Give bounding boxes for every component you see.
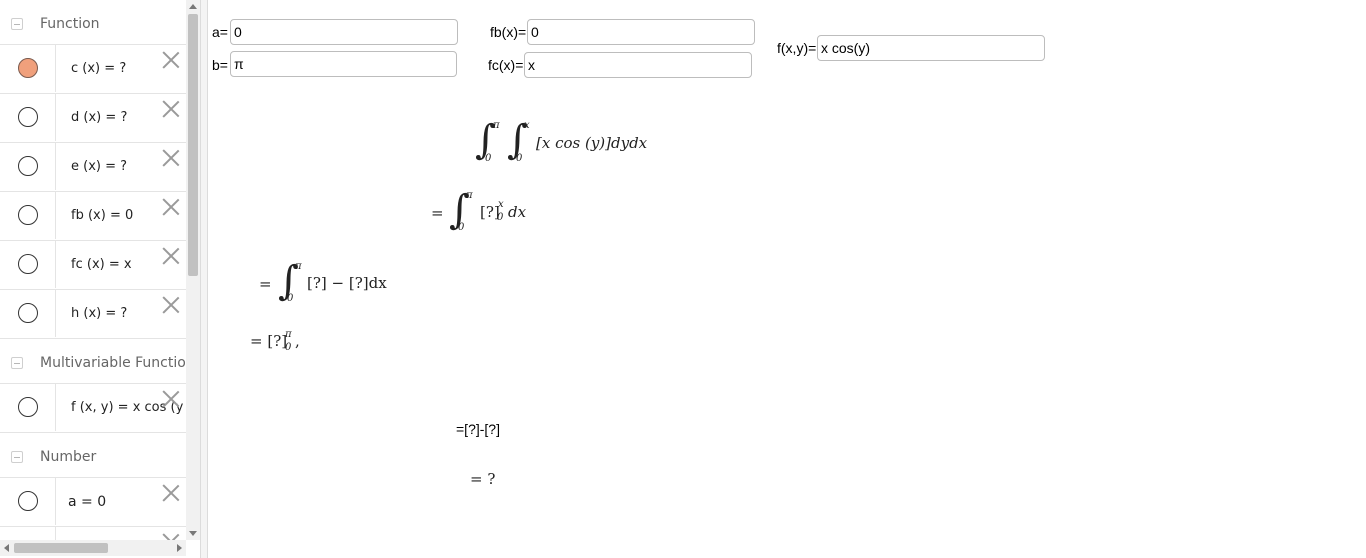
marble-column	[0, 241, 56, 288]
algebra-row-e[interactable]: e (x) = ?	[0, 142, 186, 190]
visibility-toggle-icon[interactable]	[18, 107, 38, 127]
input-label-b: b=	[212, 57, 228, 73]
group-header-function[interactable]: Function	[0, 0, 186, 48]
algebra-row-h[interactable]: h (x) = ?	[0, 289, 186, 337]
bracket-upper-limit: x	[498, 199, 504, 210]
visibility-toggle-icon[interactable]	[18, 491, 38, 511]
visibility-toggle-icon[interactable]	[18, 205, 38, 225]
delete-icon[interactable]	[162, 198, 180, 216]
group-label: Function	[40, 16, 100, 32]
marble-column	[0, 290, 56, 337]
marble-column	[0, 527, 56, 540]
scroll-right-icon[interactable]	[177, 544, 182, 552]
algebra-expression[interactable]: c (x) = ?	[71, 45, 126, 93]
algebra-row-fc[interactable]: fc (x) = x	[0, 240, 186, 288]
integral-lower-limit: 0	[485, 153, 492, 164]
integral-upper-limit: π	[493, 120, 500, 131]
vertical-scrollbar[interactable]	[186, 0, 200, 540]
scroll-down-icon[interactable]	[189, 531, 197, 536]
algebra-expression[interactable]: d (x) = ?	[71, 94, 127, 142]
bracket-lower-limit: 0	[285, 342, 292, 353]
integrand: [x cos (y)]dydx	[536, 134, 648, 152]
evaluation-text: =[?]-[?]	[456, 421, 500, 437]
algebra-expression[interactable]: h (x) = ?	[71, 290, 127, 338]
final-result: = ?	[470, 470, 496, 488]
integral-lower-limit: 0	[516, 153, 523, 164]
scroll-left-icon[interactable]	[4, 544, 9, 552]
algebra-expression[interactable]: e (x) = ?	[71, 143, 127, 191]
delete-icon[interactable]	[162, 390, 180, 408]
integral-upper-limit: π	[466, 190, 473, 201]
delete-icon[interactable]	[162, 296, 180, 314]
visibility-toggle-icon[interactable]	[18, 58, 38, 78]
differential: dx	[508, 203, 527, 221]
integral-upper-limit: π	[295, 261, 302, 272]
collapse-toggle-icon[interactable]	[11, 18, 23, 30]
delete-icon[interactable]	[162, 100, 180, 118]
algebra-row-fb[interactable]: fb (x) = 0	[0, 191, 186, 239]
view-divider[interactable]	[200, 0, 208, 558]
marble-column	[0, 94, 56, 141]
delete-icon[interactable]	[162, 484, 180, 502]
integral-lower-limit: 0	[458, 222, 465, 233]
horizontal-scrollbar[interactable]	[0, 540, 186, 556]
input-field-fc[interactable]: x	[524, 52, 752, 78]
input-label-a: a=	[212, 24, 228, 40]
algebra-row-next[interactable]	[0, 526, 186, 540]
integral-lower-limit: 0	[287, 293, 294, 304]
marble-column	[0, 143, 56, 190]
delete-icon[interactable]	[162, 149, 180, 167]
visibility-toggle-icon[interactable]	[18, 397, 38, 417]
group-header-number[interactable]: Number	[0, 432, 186, 481]
antiderivative-expression: = [?]	[250, 332, 288, 350]
visibility-toggle-icon[interactable]	[18, 156, 38, 176]
algebra-expression[interactable]: fc (x) = x	[71, 241, 132, 289]
input-field-fb[interactable]: 0	[527, 19, 755, 45]
algebra-row-a[interactable]: a = 0	[0, 477, 186, 525]
scroll-up-icon[interactable]	[189, 4, 197, 9]
collapse-toggle-icon[interactable]	[11, 451, 23, 463]
input-field-b[interactable]: π	[230, 51, 457, 77]
marble-column	[0, 384, 56, 431]
algebra-row-d[interactable]: d (x) = ?	[0, 93, 186, 141]
delete-icon[interactable]	[162, 533, 180, 540]
group-label: Multivariable Function	[40, 355, 187, 371]
algebra-row-f[interactable]: f (x, y) = x cos (y	[0, 383, 186, 431]
group-header-multivariable[interactable]: Multivariable Function	[0, 338, 186, 387]
algebra-view: Function c (x) = ? d (x) = ? e (x) = ? f…	[0, 0, 187, 540]
marble-column	[0, 478, 56, 525]
collapse-toggle-icon[interactable]	[11, 357, 23, 369]
input-field-f[interactable]: x cos(y)	[817, 35, 1045, 61]
integral-upper-limit: x	[524, 120, 530, 131]
algebra-row-c[interactable]: c (x) = ?	[0, 44, 186, 92]
delete-icon[interactable]	[162, 51, 180, 69]
bracket-upper-limit: π	[285, 329, 292, 340]
algebra-expression[interactable]: a = 0	[68, 478, 106, 526]
equals-sign: =	[431, 204, 444, 222]
input-label-f: f(x,y)=	[777, 40, 817, 56]
input-label-fc: fc(x)=	[488, 57, 524, 73]
difference-expression: [?] − [?]dx	[307, 274, 387, 292]
input-label-fb: fb(x)=	[490, 24, 527, 40]
equals-sign: =	[259, 275, 272, 293]
delete-icon[interactable]	[162, 247, 180, 265]
scrollbar-thumb[interactable]	[188, 14, 198, 276]
marble-column	[0, 192, 56, 239]
bracket-lower-limit: 0	[497, 212, 504, 223]
comma: ,	[295, 332, 300, 350]
visibility-toggle-icon[interactable]	[18, 254, 38, 274]
algebra-expression[interactable]: fb (x) = 0	[71, 192, 133, 240]
marble-column	[0, 45, 56, 92]
group-label: Number	[40, 449, 97, 465]
visibility-toggle-icon[interactable]	[18, 303, 38, 323]
input-field-a[interactable]: 0	[230, 19, 458, 45]
scrollbar-thumb[interactable]	[14, 543, 108, 553]
